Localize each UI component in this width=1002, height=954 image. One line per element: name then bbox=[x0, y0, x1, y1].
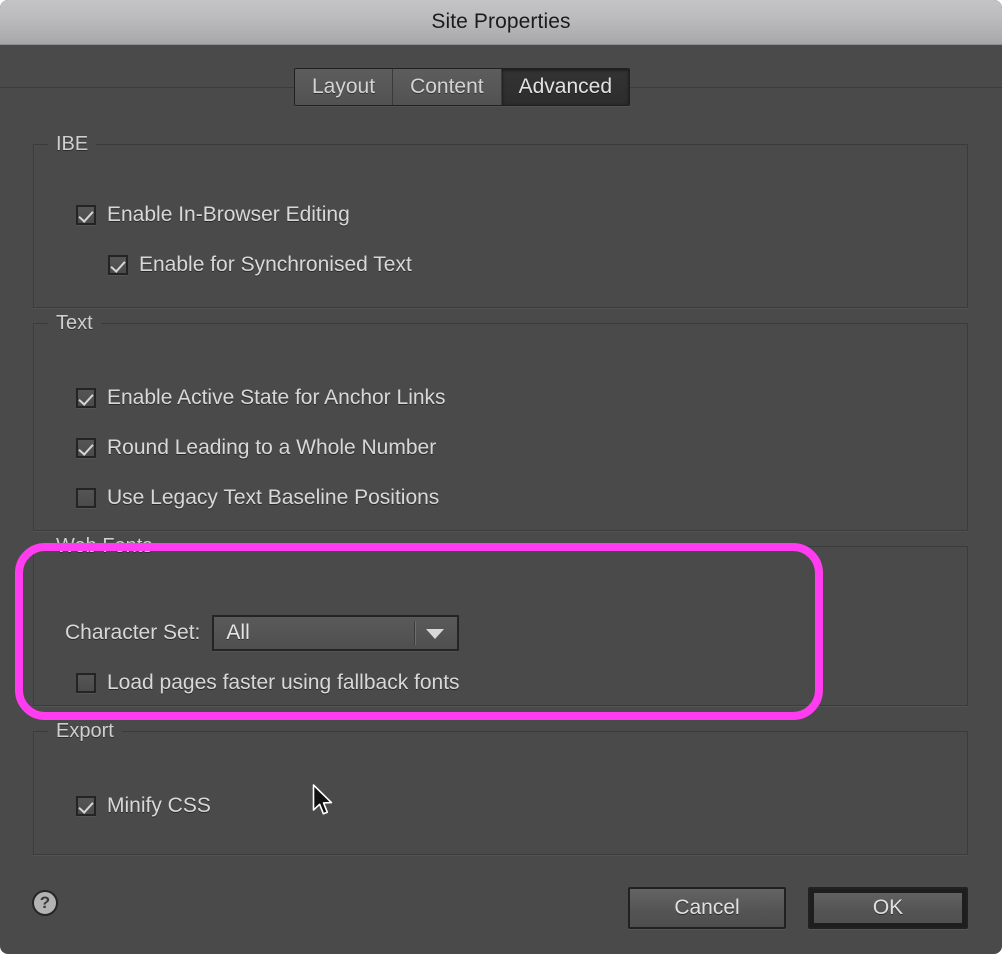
checkbox-use-legacy-text-baseline-positions[interactable] bbox=[76, 488, 96, 508]
section-web-fonts-legend: Web Fonts bbox=[48, 535, 161, 558]
character-set-value: All bbox=[226, 621, 250, 644]
section-ibe: IBE Enable In-Browser Editing Enable for… bbox=[33, 133, 968, 308]
character-set-label: Character Set: bbox=[65, 621, 201, 644]
checkbox-row-minify-css[interactable]: Minify CSS bbox=[76, 794, 211, 818]
checkbox-row-load-pages-faster-using-fallback-fonts[interactable]: Load pages faster using fallback fonts bbox=[76, 671, 460, 695]
section-text-legend: Text bbox=[48, 312, 101, 335]
dialog-content: IBE Enable In-Browser Editing Enable for… bbox=[0, 106, 1002, 868]
chevron-down-icon bbox=[426, 629, 445, 639]
checkbox-enable-active-state-for-anchor-links[interactable] bbox=[76, 388, 96, 408]
section-export: Export Minify CSS bbox=[33, 720, 968, 855]
select-divider bbox=[414, 621, 417, 645]
checkbox-row-enable-in-browser-editing[interactable]: Enable In-Browser Editing bbox=[76, 203, 350, 227]
tab-content[interactable]: Content bbox=[393, 69, 502, 105]
dialog-footer: ? Cancel OK bbox=[0, 868, 1002, 954]
checkbox-enable-in-browser-editing[interactable] bbox=[76, 205, 96, 225]
checkbox-load-pages-faster-using-fallback-fonts[interactable] bbox=[76, 673, 96, 693]
dialog-titlebar: Site Properties bbox=[0, 0, 1002, 45]
checkbox-label-enable-active-state-for-anchor-links: Enable Active State for Anchor Links bbox=[107, 386, 446, 409]
character-set-select[interactable]: All bbox=[212, 615, 460, 651]
section-ibe-legend: IBE bbox=[48, 133, 97, 156]
help-icon-glyph: ? bbox=[39, 893, 51, 912]
checkbox-label-enable-for-synchronised-text: Enable for Synchronised Text bbox=[139, 253, 412, 276]
cancel-button[interactable]: Cancel bbox=[628, 887, 786, 929]
checkbox-label-enable-in-browser-editing: Enable In-Browser Editing bbox=[107, 203, 350, 226]
tab-advanced[interactable]: Advanced bbox=[501, 69, 630, 105]
checkbox-label-round-leading-to-a-whole-number: Round Leading to a Whole Number bbox=[107, 436, 437, 459]
section-text: Text Enable Active State for Anchor Link… bbox=[33, 312, 968, 531]
section-export-legend: Export bbox=[48, 720, 122, 743]
help-icon[interactable]: ? bbox=[32, 890, 58, 916]
tab-bar: Layout Content Advanced bbox=[0, 45, 1002, 106]
checkbox-row-use-legacy-text-baseline-positions[interactable]: Use Legacy Text Baseline Positions bbox=[76, 486, 439, 510]
tab-group: Layout Content Advanced bbox=[294, 68, 631, 106]
checkbox-label-minify-css: Minify CSS bbox=[107, 794, 211, 817]
checkbox-label-use-legacy-text-baseline-positions: Use Legacy Text Baseline Positions bbox=[107, 486, 440, 509]
ok-button[interactable]: OK bbox=[808, 887, 968, 929]
character-set-row: Character Set: All bbox=[65, 615, 460, 651]
checkbox-round-leading-to-a-whole-number[interactable] bbox=[76, 438, 96, 458]
dialog-title: Site Properties bbox=[431, 10, 571, 33]
section-web-fonts: Web Fonts Character Set: All Load pages … bbox=[33, 535, 968, 706]
tab-layout[interactable]: Layout bbox=[295, 69, 394, 105]
checkbox-row-enable-active-state-for-anchor-links[interactable]: Enable Active State for Anchor Links bbox=[76, 386, 446, 410]
checkbox-row-round-leading-to-a-whole-number[interactable]: Round Leading to a Whole Number bbox=[76, 436, 436, 460]
checkbox-row-enable-for-synchronised-text[interactable]: Enable for Synchronised Text bbox=[108, 253, 412, 277]
site-properties-dialog: Site Properties Layout Content Advanced … bbox=[0, 0, 1002, 954]
checkbox-label-load-pages-faster-using-fallback-fonts: Load pages faster using fallback fonts bbox=[107, 671, 460, 694]
checkbox-minify-css[interactable] bbox=[76, 796, 96, 816]
checkbox-enable-for-synchronised-text[interactable] bbox=[108, 255, 128, 275]
